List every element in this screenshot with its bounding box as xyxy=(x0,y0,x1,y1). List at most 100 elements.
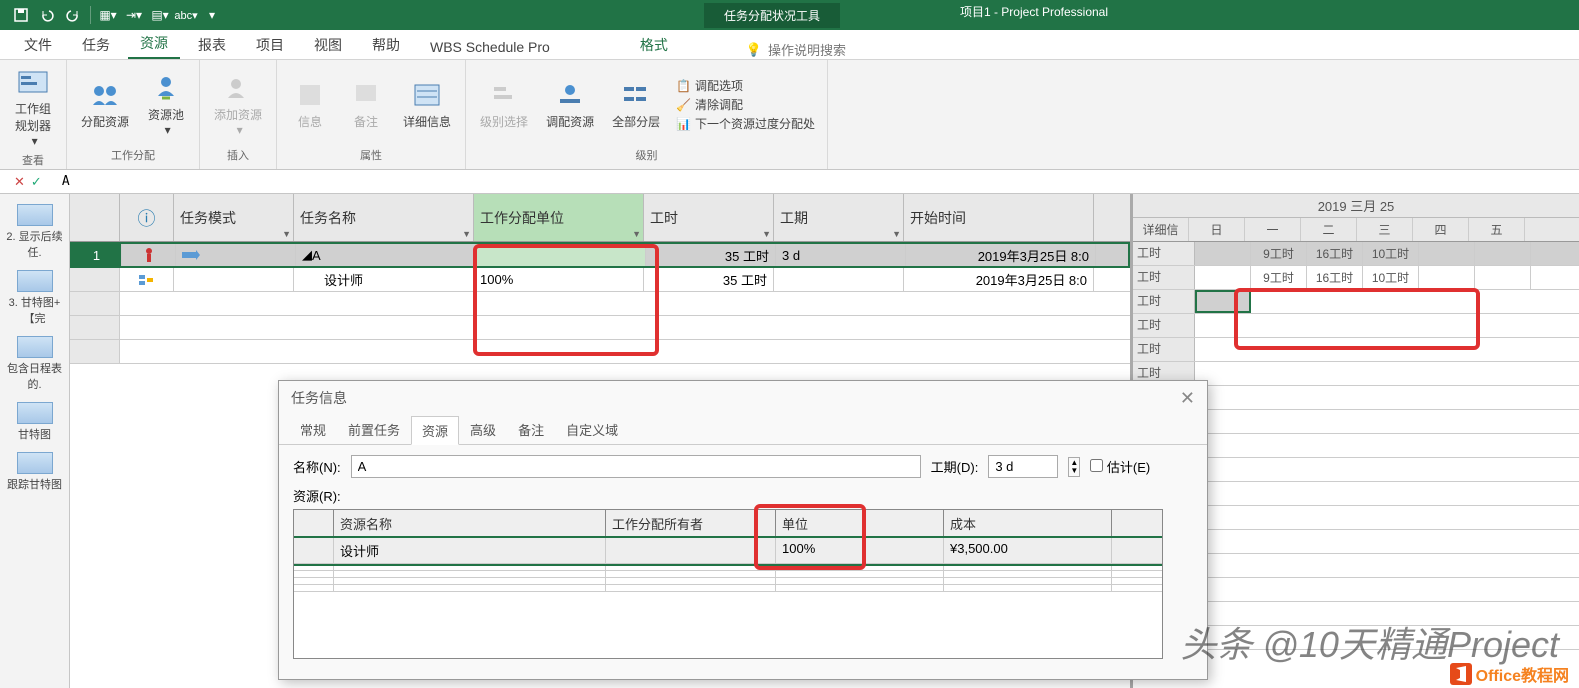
clear-leveling-button[interactable]: 🧹清除调配 xyxy=(676,96,815,113)
next-overallocation-button[interactable]: 📊下一个资源过度分配处 xyxy=(676,115,815,132)
team-planner-button[interactable]: 工作组 规划器 ▾ xyxy=(8,64,58,150)
col-units[interactable]: 单位 xyxy=(776,510,944,537)
tab-report[interactable]: 报表 xyxy=(186,31,238,59)
timephased-row[interactable]: 工时 9工时 16工时 10工时 xyxy=(1133,266,1579,290)
spinner-icon[interactable]: ▲▼ xyxy=(1068,457,1080,477)
timescale-tier1: 2019 三月 25 xyxy=(1133,194,1579,218)
view-icon xyxy=(17,402,53,424)
options-icon: 📋 xyxy=(676,79,691,93)
start-cell[interactable]: 2019年3月25日 8:0 xyxy=(904,268,1094,291)
rownum-header[interactable] xyxy=(70,194,120,241)
tab-project[interactable]: 项目 xyxy=(244,31,296,59)
contextual-tab-label: 任务分配状况工具 xyxy=(704,3,840,28)
tab-resources[interactable]: 资源 xyxy=(411,416,459,445)
dialog-title: 任务信息 xyxy=(291,388,347,408)
tab-help[interactable]: 帮助 xyxy=(360,31,412,59)
qat-btn-3[interactable]: ▤▾ xyxy=(149,4,171,26)
entry-input[interactable]: A xyxy=(56,174,1579,189)
units-cell[interactable]: 100% xyxy=(776,538,944,563)
view-item-4[interactable]: 甘特图 xyxy=(5,402,65,442)
col-task-name[interactable]: 任务名称▼ xyxy=(294,194,474,241)
estimated-checkbox[interactable]: 估计(E) xyxy=(1090,457,1150,476)
row-number[interactable] xyxy=(70,268,120,291)
view-item-5[interactable]: 跟踪甘特图 xyxy=(5,452,65,492)
col-duration[interactable]: 工期▼ xyxy=(774,194,904,241)
undo-icon[interactable] xyxy=(36,4,58,26)
qat-btn-1[interactable]: ▦▾ xyxy=(97,4,119,26)
task-name-cell[interactable]: ◢ A xyxy=(296,244,476,266)
col-task-mode[interactable]: 任务模式▼ xyxy=(174,194,294,241)
timephased-row[interactable]: 工时 9工时 16工时 10工时 xyxy=(1133,242,1579,266)
resources-grid[interactable]: 资源名称 工作分配所有者 单位 成本 设计师 100% ¥3,500.00 xyxy=(293,509,1163,659)
close-icon[interactable]: ✕ xyxy=(1180,388,1195,409)
task-mode-cell[interactable] xyxy=(176,244,296,266)
assignment-row[interactable]: 设计师 100% 35 工时 2019年3月25日 8:0 xyxy=(70,268,1130,292)
watermark-text: 头条 @10天精通Project xyxy=(1180,616,1559,668)
duration-input[interactable] xyxy=(988,455,1058,478)
row-number[interactable]: 1 xyxy=(72,244,122,266)
tab-resource[interactable]: 资源 xyxy=(128,29,180,59)
resource-name-cell[interactable]: 设计师 xyxy=(334,538,606,563)
col-work[interactable]: 工时▼ xyxy=(644,194,774,241)
work-cell[interactable]: 35 工时 xyxy=(646,244,776,266)
tab-general[interactable]: 常规 xyxy=(289,415,337,444)
save-icon[interactable] xyxy=(10,4,32,26)
tab-custom-fields[interactable]: 自定义域 xyxy=(555,415,629,444)
dialog-tabs: 常规 前置任务 资源 高级 备注 自定义域 xyxy=(279,415,1207,445)
details-button[interactable]: 详细信息 xyxy=(397,77,457,132)
col-owner[interactable]: 工作分配所有者 xyxy=(606,510,776,537)
level-selection-button: 级别选择 xyxy=(474,77,534,132)
view-item-3[interactable]: 包含日程表的. xyxy=(5,336,65,392)
resource-name-cell[interactable]: 设计师 xyxy=(294,268,474,291)
cancel-entry-icon[interactable]: ✕ xyxy=(14,174,25,190)
tab-wbs[interactable]: WBS Schedule Pro xyxy=(418,35,562,59)
tab-advanced[interactable]: 高级 xyxy=(459,415,507,444)
timescale-tier2: 详细信 日 一 二 三 四 五 xyxy=(1133,218,1579,242)
notes-button: 备注 xyxy=(341,77,391,132)
qat-btn-2[interactable]: ⇥▾ xyxy=(123,4,145,26)
tab-task[interactable]: 任务 xyxy=(70,31,122,59)
alloc-cell[interactable]: 100% xyxy=(474,268,644,291)
information-button: 信息 xyxy=(285,77,335,132)
task-row[interactable]: 1 ◢ A 35 工时 3 d 2019年3月25日 8:0 xyxy=(70,242,1130,268)
start-cell[interactable]: 2019年3月25日 8:0 xyxy=(906,244,1096,266)
col-resource-name[interactable]: 资源名称 xyxy=(334,510,606,537)
view-icon xyxy=(17,336,53,358)
tab-notes[interactable]: 备注 xyxy=(507,415,555,444)
qat-more[interactable]: ▾ xyxy=(201,4,223,26)
work-cell[interactable]: 35 工时 xyxy=(644,268,774,291)
mode-cell[interactable] xyxy=(174,268,294,291)
notes-icon xyxy=(350,79,382,111)
tab-format[interactable]: 格式 xyxy=(628,31,680,59)
level-all-button[interactable]: 全部分层 xyxy=(606,77,666,132)
col-indicators[interactable]: ⓘ xyxy=(120,194,174,241)
team-planner-icon xyxy=(17,66,49,98)
level-resource-button[interactable]: 调配资源 xyxy=(540,77,600,132)
add-resource-button: 添加资源 ▾ xyxy=(208,70,268,139)
leveling-options-button[interactable]: 📋调配选项 xyxy=(676,77,815,94)
tell-me-search[interactable]: 💡 操作说明搜索 xyxy=(746,40,846,59)
ribbon: 工作组 规划器 ▾ 查看 分配资源 资源池 ▾ 工作分配 添加资源 ▾ 插入 xyxy=(0,60,1579,170)
resource-pool-icon xyxy=(150,72,182,104)
level-resource-icon xyxy=(554,79,586,111)
tab-view[interactable]: 视图 xyxy=(302,31,354,59)
resource-pool-button[interactable]: 资源池 ▾ xyxy=(141,70,191,139)
col-assignment-units[interactable]: 工作分配单位▼ xyxy=(474,194,644,241)
cost-cell[interactable]: ¥3,500.00 xyxy=(944,538,1112,563)
duration-cell[interactable] xyxy=(774,268,904,291)
redo-icon[interactable] xyxy=(62,4,84,26)
duration-cell[interactable]: 3 d xyxy=(776,244,906,266)
view-item-1[interactable]: 2. 显示后续任. xyxy=(5,204,65,260)
col-start[interactable]: 开始时间 xyxy=(904,194,1094,241)
view-item-2[interactable]: 3. 甘特图+【完 xyxy=(5,270,65,326)
view-icon xyxy=(17,270,53,292)
qat-btn-4[interactable]: abc▾ xyxy=(175,4,197,26)
assign-resources-button[interactable]: 分配资源 xyxy=(75,77,135,132)
alloc-cell[interactable] xyxy=(476,244,646,266)
tab-file[interactable]: 文件 xyxy=(12,31,64,59)
col-cost[interactable]: 成本 xyxy=(944,510,1112,537)
task-name-input[interactable] xyxy=(351,455,921,478)
accept-entry-icon[interactable]: ✓ xyxy=(31,174,42,190)
tab-predecessors[interactable]: 前置任务 xyxy=(337,415,411,444)
owner-cell[interactable] xyxy=(606,538,776,563)
